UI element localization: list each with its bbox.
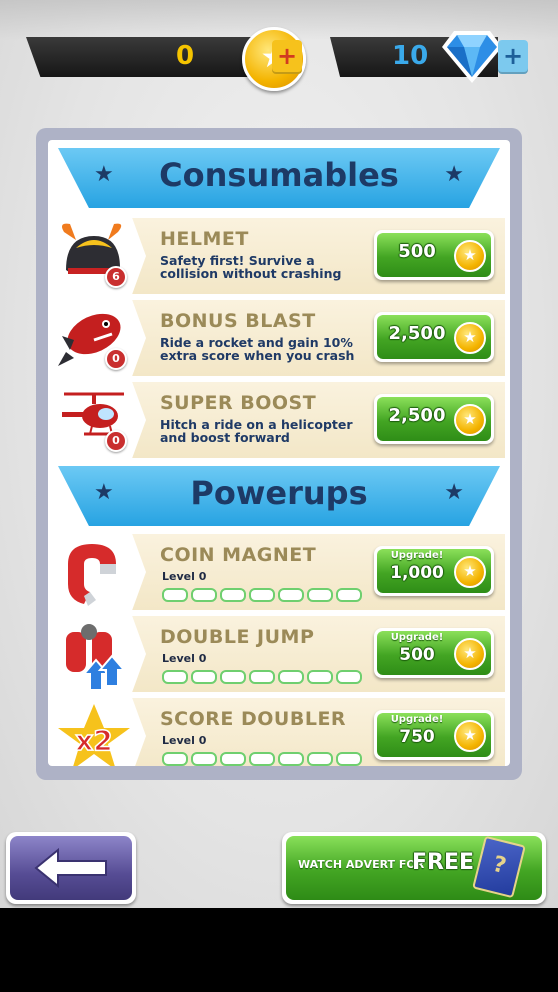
bonus-blast-thumb: 0 [54,300,146,376]
level-pip [220,670,246,684]
level-pip [220,752,246,766]
jetpack-icon [66,624,127,691]
price-label: 750 [399,727,435,747]
double-jump-thumb [54,616,146,692]
price-label: 500 [399,645,435,665]
powerups-header: ★ Powerups ★ [58,466,500,526]
watch-advert-label: WATCH ADVERT FOR [298,858,425,871]
price-label: 500 [398,241,436,262]
level-pip [336,588,362,602]
level-pip [307,670,333,684]
buy-helmet-button[interactable]: 500 ★ [374,230,494,280]
buy-super-boost-button[interactable]: 2,500 ★ [374,394,494,444]
score-doubler-thumb: x2 [54,698,146,766]
add-gems-button[interactable]: + [498,40,528,74]
watch-advert-button[interactable]: WATCH ADVERT FOR FREE ? [282,832,546,904]
level-pip [336,670,362,684]
upgrade-double-jump-button[interactable]: Upgrade! 500 ★ [374,628,494,678]
helmet-count-badge: 6 [105,266,127,288]
level-pip [336,752,362,766]
x2-icon: x2 [58,704,130,766]
back-button[interactable] [6,832,136,904]
free-label: FREE [412,850,475,875]
upgrade-label: Upgrade! [390,632,444,643]
level-pip [249,588,275,602]
powerup-coin-magnet: COIN MAGNET Level 0 Upgrade! 1,000 ★ [54,534,505,610]
level-pip [191,670,217,684]
level-pip [191,752,217,766]
super-boost-count-badge: 0 [105,430,127,452]
gem-balance-value: 10 [392,41,429,71]
price-label: 2,500 [388,405,446,426]
level-pip [249,670,275,684]
coin-magnet-thumb [54,534,146,610]
coin-icon: ★ [454,638,486,670]
level-pip [191,588,217,602]
coin-balance-bar [26,37,266,77]
item-description: Hitch a ride on a helicopter and boost f… [160,417,353,445]
powerups-title: Powerups [190,474,368,512]
shop-list[interactable]: ★ Consumables ★ 6 HELMET Safety first! S… [48,140,510,766]
buy-bonus-blast-button[interactable]: 2,500 ★ [374,312,494,362]
upgrade-score-doubler-button[interactable]: Upgrade! 750 ★ [374,710,494,760]
magnet-icon [68,544,116,606]
level-label: Level 0 [162,570,207,583]
level-label: Level 0 [162,734,207,747]
coin-balance-value: 0 [176,41,195,71]
gem-icon [442,31,502,83]
level-pip [162,752,188,766]
level-pip [307,752,333,766]
level-progress [162,588,362,602]
shop-screen: 0 ★ + 10 + ★ Consumables ★ [0,0,558,908]
consumables-title: Consumables [159,156,399,194]
star-icon: ★ [444,480,464,505]
consumables-header: ★ Consumables ★ [58,148,500,208]
powerup-score-doubler: x2 SCORE DOUBLER Level 0 Upgrade! 750 ★ [54,698,505,766]
add-coins-button[interactable]: + [272,40,302,74]
coin-icon: ★ [454,404,486,436]
star-icon: ★ [444,162,464,187]
coin-balance: 0 ★ + [26,27,306,91]
left-arrow-icon [34,848,107,888]
level-label: Level 0 [162,652,207,665]
helmet-thumb: 6 [54,218,146,294]
level-pip [162,588,188,602]
item-description: Safety first! Survive a collision withou… [160,253,342,281]
consumable-super-boost: 0 SUPER BOOST Hitch a ride on a helicopt… [54,382,505,458]
level-pip [249,752,275,766]
powerup-double-jump: DOUBLE JUMP Level 0 Upgrade! 500 ★ [54,616,505,692]
level-pip [278,670,304,684]
item-name: SCORE DOUBLER [160,708,347,730]
shop-panel: ★ Consumables ★ 6 HELMET Safety first! S… [36,128,522,780]
upgrade-label: Upgrade! [390,714,444,725]
price-label: 2,500 [388,323,446,344]
level-pip [307,588,333,602]
level-pip [278,588,304,602]
svg-text:x2: x2 [75,724,113,757]
item-name: DOUBLE JUMP [160,626,315,648]
level-pip [220,588,246,602]
item-name: COIN MAGNET [160,544,317,566]
level-progress [162,670,362,684]
upgrade-coin-magnet-button[interactable]: Upgrade! 1,000 ★ [374,546,494,596]
gem-balance: 10 + [330,31,530,83]
level-pip [278,752,304,766]
coin-icon: ★ [454,556,486,588]
item-name: BONUS BLAST [160,310,316,332]
item-description: Ride a rocket and gain 10% extra score w… [160,335,355,363]
upgrade-label: Upgrade! [390,550,444,561]
super-boost-thumb: 0 [54,382,146,458]
item-name: HELMET [160,228,249,250]
level-progress [162,752,362,766]
level-pip [162,670,188,684]
coin-icon: ★ [454,720,486,752]
coin-icon: ★ [454,322,486,354]
consumable-helmet: 6 HELMET Safety first! Survive a collisi… [54,218,505,294]
coin-icon: ★ [454,240,486,272]
consumable-bonus-blast: 0 BONUS BLAST Ride a rocket and gain 10%… [54,300,505,376]
bonus-blast-count-badge: 0 [105,348,127,370]
item-name: SUPER BOOST [160,392,317,414]
price-label: 1,000 [390,563,444,583]
